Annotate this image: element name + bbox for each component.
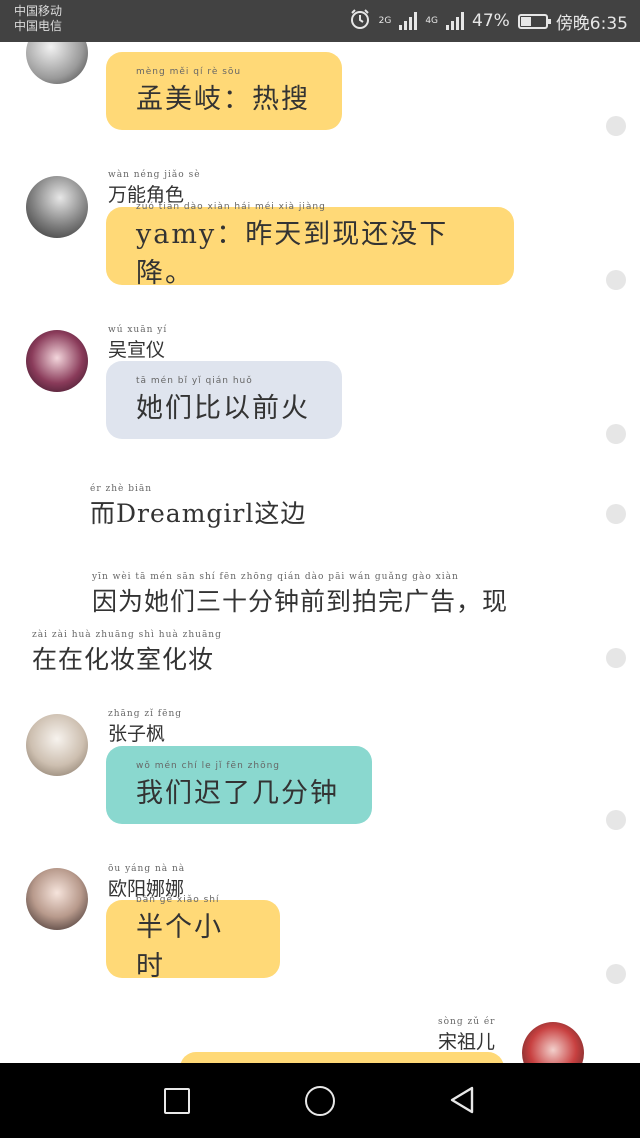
system-navigation-bar <box>0 1063 640 1138</box>
status-icons: 2G 4G 47% 傍晚6:35 <box>349 8 628 34</box>
message-text: 她们比以前火 <box>136 392 310 424</box>
read-indicator <box>606 270 626 290</box>
back-triangle-icon <box>450 1086 474 1114</box>
signal-strength-icon-2 <box>446 12 465 30</box>
sender-pinyin: wàn néng jiǎo sè <box>108 170 201 180</box>
back-button[interactable] <box>448 1085 476 1119</box>
sender-pinyin: ōu yáng nà nà <box>108 864 186 874</box>
status-bar: 中国移动 中国电信 2G 4G 47% 傍晚6:35 <box>0 0 640 42</box>
bubble-pinyin: bàn gè xiǎo shí <box>136 895 220 905</box>
read-indicator <box>606 810 626 830</box>
carrier-2: 中国电信 <box>14 19 63 33</box>
bubble-pinyin: mèng měi qí rè sōu <box>136 66 242 77</box>
sender-pinyin: wú xuān yí <box>108 325 168 335</box>
sender-pinyin: sòng zǔ ér <box>438 1017 496 1027</box>
message-bubble[interactable]: bàn gè xiǎo shí 半个小时 <box>106 895 280 982</box>
message-text: yamy：昨天到现还没下降。 <box>136 219 449 289</box>
avatar[interactable] <box>26 176 88 238</box>
avatar[interactable] <box>26 42 88 84</box>
narration-pinyin-3: zài zài huà zhuāng shì huà zhuāng <box>32 630 222 640</box>
signal-strength-icon-1 <box>399 12 418 30</box>
bubble-pinyin: tā mén bǐ yǐ qián huǒ <box>136 375 253 386</box>
message-bubble[interactable] <box>180 1052 504 1063</box>
avatar[interactable] <box>522 1022 584 1063</box>
sender-name: wú xuān yí 吴宣仪 <box>108 325 168 361</box>
avatar[interactable] <box>26 868 88 930</box>
message-bubble[interactable]: zuó tiān dào xiàn hái méi xià jiàng yamy… <box>106 202 514 289</box>
narration-pinyin-1: ér zhè biān <box>90 484 153 494</box>
network-2g-label: 2G <box>378 15 392 26</box>
read-indicator <box>606 504 626 524</box>
message-text: 我们迟了几分钟 <box>136 777 339 809</box>
carrier-labels: 中国移动 中国电信 <box>14 4 62 34</box>
alarm-icon <box>349 8 371 35</box>
bubble-pinyin: zuó tiān dào xiàn hái méi xià jiàng <box>136 202 326 212</box>
message-text: 孟美岐：热搜 <box>136 83 310 115</box>
narration-line-2: yīn wèi tā mén sān shí fēn zhōng qián dà… <box>92 572 509 616</box>
message-bubble[interactable]: mèng měi qí rè sōu 孟美岐：热搜 <box>106 52 342 130</box>
narration-line-3: zài zài huà zhuāng shì huà zhuāng 在在化妆室化… <box>32 630 222 674</box>
message-text: 半个小时 <box>136 912 223 982</box>
sender-name: sòng zǔ ér 宋祖儿 <box>438 1017 496 1053</box>
carrier-1: 中国移动 <box>14 4 63 18</box>
avatar[interactable] <box>26 714 88 776</box>
clock: 傍晚6:35 <box>555 13 628 34</box>
sender-pinyin: zhāng zǐ fēng <box>108 709 183 719</box>
battery-icon <box>517 13 551 29</box>
network-4g-label: 4G <box>425 15 439 26</box>
narration-pinyin-2: yīn wèi tā mén sān shí fēn zhōng qián dà… <box>92 572 459 582</box>
recent-apps-button[interactable] <box>164 1088 190 1114</box>
read-indicator <box>606 424 626 444</box>
battery-level-fill <box>520 16 532 26</box>
message-bubble[interactable]: wǒ mén chí le jǐ fēn zhōng 我们迟了几分钟 <box>106 746 372 824</box>
home-button[interactable] <box>305 1086 335 1116</box>
bubble-pinyin: wǒ mén chí le jǐ fēn zhōng <box>136 760 280 771</box>
battery-percent: 47% <box>472 11 510 31</box>
message-bubble[interactable]: tā mén bǐ yǐ qián huǒ 她们比以前火 <box>106 361 342 439</box>
sender-name: zhāng zǐ fēng 张子枫 <box>108 709 183 745</box>
read-indicator <box>606 116 626 136</box>
narration-line-1: ér zhè biān 而Dreamgirl这边 <box>90 484 307 528</box>
read-indicator <box>606 964 626 984</box>
chat-area[interactable]: mèng měi qí rè sōu 孟美岐：热搜 wàn néng jiǎo … <box>0 42 640 1063</box>
avatar[interactable] <box>26 330 88 392</box>
read-indicator <box>606 648 626 668</box>
